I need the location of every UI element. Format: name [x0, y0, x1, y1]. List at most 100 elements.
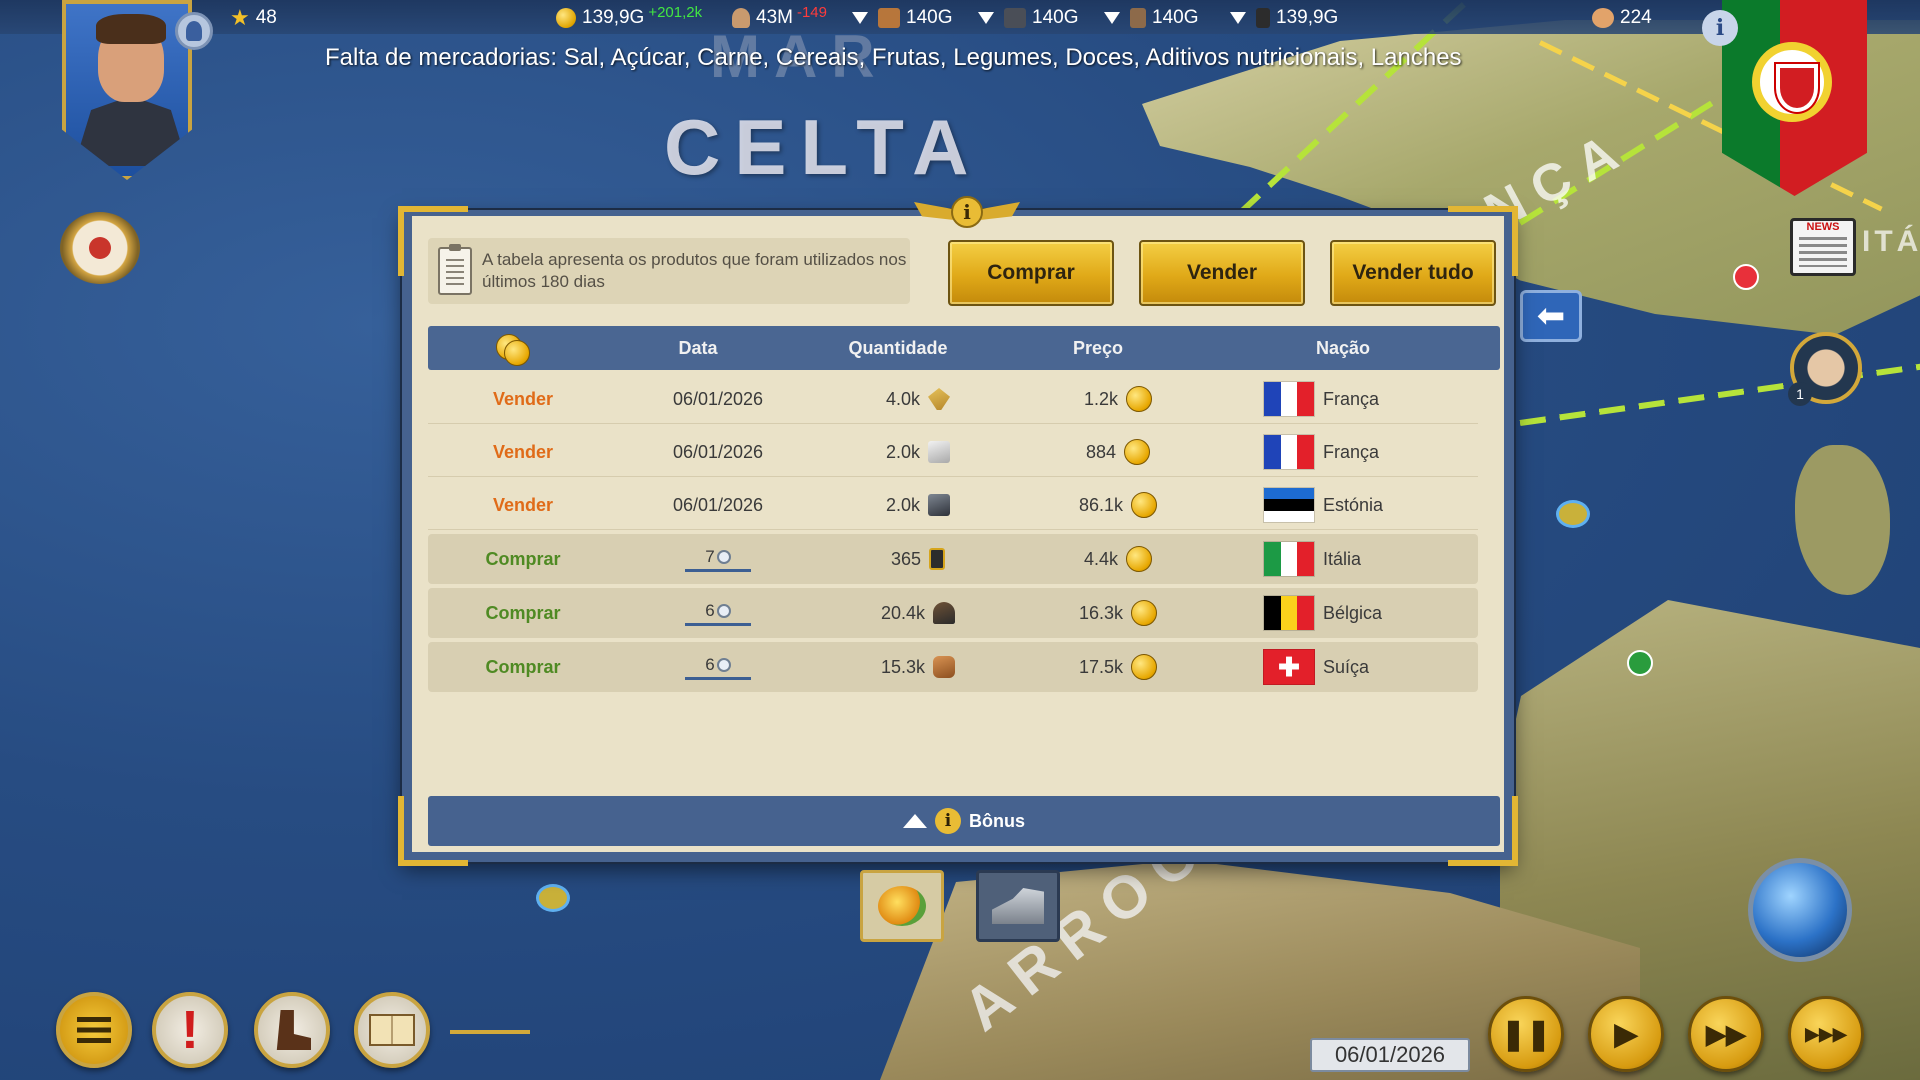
globe-view-button[interactable] [1748, 858, 1852, 962]
chevron-down-icon [1230, 12, 1246, 24]
advisor-badge: 1 [1788, 382, 1812, 406]
row-action[interactable]: Vender [468, 374, 578, 424]
country-label-italy: ITÁ [1862, 225, 1920, 258]
fastest-forward-button[interactable]: ▶▶▶ [1788, 996, 1864, 1072]
coin-icon [1131, 600, 1158, 626]
main-menu-button[interactable] [56, 992, 132, 1068]
belgium-flag-icon [1263, 595, 1315, 631]
timer-value: 6 [705, 654, 715, 674]
header-date[interactable]: Data [618, 338, 778, 359]
table-row[interactable]: Comprar 7 365 4.4k Itália [428, 534, 1478, 584]
top-resource-bar: ★ 48 139,9G +201,2k 43M -149 140G 140G 1… [0, 0, 1920, 34]
row-action[interactable]: Vender [468, 427, 578, 477]
info-button[interactable]: i [1702, 10, 1738, 46]
population-counter[interactable]: 43M -149 [732, 4, 827, 31]
population-value: 43M [756, 7, 793, 28]
encyclopedia-button[interactable] [354, 992, 430, 1068]
back-arrow-button[interactable]: ⬅ [1520, 290, 1582, 342]
fast-forward-button[interactable]: ▶▶ [1688, 996, 1764, 1072]
header-price[interactable]: Preço [1008, 338, 1188, 359]
current-date: 06/01/2026 [1310, 1038, 1470, 1072]
timer-bar [685, 622, 751, 626]
header-quantity[interactable]: Quantidade [808, 338, 988, 359]
resource-oil[interactable]: 139,9G [1230, 5, 1338, 31]
stars-value: 48 [255, 7, 277, 28]
quantity-value: 365 [890, 548, 922, 569]
star-icon: ★ [230, 5, 250, 30]
row-price: 17.5k [1028, 642, 1208, 692]
clock-icon [716, 549, 731, 564]
row-timer: 7 [638, 534, 798, 584]
price-value: 4.4k [1083, 548, 1119, 569]
resource-marker[interactable] [1556, 500, 1590, 528]
sell-all-button[interactable]: Vender tudo [1330, 240, 1496, 306]
price-value: 17.5k [1078, 656, 1124, 677]
arm-strength-icon [1592, 8, 1614, 28]
population-icon [732, 8, 750, 28]
tab-industrial-goods[interactable] [976, 870, 1060, 942]
strength-counter[interactable]: 224 [1592, 5, 1652, 31]
row-nation: França [1263, 374, 1463, 424]
clock-icon [716, 657, 731, 672]
header-nation[interactable]: Nação [1243, 338, 1443, 359]
table-row[interactable]: Vender 06/01/2026 2.0k 86.1k Estónia [428, 480, 1478, 530]
row-timer: 6 [638, 642, 798, 692]
chevron-down-icon [1104, 12, 1120, 24]
row-price: 16.3k [1028, 588, 1208, 638]
money-counter[interactable]: 139,9G +201,2k [556, 3, 703, 31]
pause-button[interactable]: ❚❚ [1488, 996, 1564, 1072]
row-action[interactable]: Vender [468, 480, 578, 530]
resource-marker[interactable] [536, 884, 570, 912]
profile-button[interactable] [175, 12, 213, 50]
nation-name: Estónia [1323, 494, 1384, 515]
dialog-info-button[interactable]: i [914, 194, 1020, 230]
resource-ore[interactable]: 140G [1104, 5, 1198, 31]
divider [450, 1030, 530, 1034]
coin-icon [1126, 386, 1153, 412]
industry-icon [992, 888, 1044, 924]
sell-button[interactable]: Vender [1139, 240, 1305, 306]
book-icon [369, 1014, 415, 1046]
resource-lumber[interactable]: 140G [852, 5, 952, 31]
row-nation: Itália [1263, 534, 1463, 584]
chevron-up-icon [903, 814, 927, 828]
table-row[interactable]: Vender 06/01/2026 4.0k 1.2k França [428, 374, 1478, 424]
row-action[interactable]: Comprar [468, 588, 578, 638]
city-marker-icon[interactable] [1733, 264, 1759, 290]
pause-icon: ❚❚ [1500, 1017, 1552, 1051]
coin-icon [556, 8, 576, 28]
quantity-value: 2.0k [885, 494, 921, 515]
table-row[interactable]: Comprar 6 20.4k 16.3k Bélgica [428, 588, 1478, 638]
row-nation: França [1263, 427, 1463, 477]
clock-icon [716, 603, 731, 618]
bonus-toggle[interactable]: i Bônus [428, 796, 1500, 846]
portrait-hair [96, 14, 166, 44]
news-button[interactable]: NEWS [1790, 218, 1856, 276]
travel-button[interactable] [254, 992, 330, 1068]
countdown-timer: 6 [685, 655, 751, 680]
buy-button[interactable]: Comprar [948, 240, 1114, 306]
money-delta: +201,2k [648, 3, 703, 21]
row-action[interactable]: Comprar [468, 642, 578, 692]
nation-name: França [1323, 441, 1380, 462]
row-action[interactable]: Comprar [468, 534, 578, 584]
arrow-left-icon: ⬅ [1536, 297, 1566, 335]
salt-icon [928, 441, 951, 463]
quantity-value: 15.3k [880, 656, 926, 677]
goods-shortage-ticker: Falta de mercadorias: Sal, Açúcar, Carne… [325, 44, 1462, 71]
nation-name: França [1323, 388, 1380, 409]
alerts-button[interactable]: ! [152, 992, 228, 1068]
newspaper-icon [1799, 237, 1847, 267]
table-row[interactable]: Vender 06/01/2026 2.0k 884 França [428, 427, 1478, 477]
city-marker-icon[interactable] [1627, 650, 1653, 676]
mail-button[interactable] [60, 212, 140, 284]
play-button[interactable]: ▶ [1588, 996, 1664, 1072]
bonus-label: Bônus [969, 810, 1025, 831]
price-value: 884 [1085, 441, 1117, 462]
table-row[interactable]: Comprar 6 15.3k 17.5k ✚ Suíça [428, 642, 1478, 692]
advisor-avatar[interactable]: 1 [1788, 332, 1862, 406]
coin-icon [1131, 492, 1158, 518]
tab-food-goods[interactable] [860, 870, 944, 942]
food-basket-icon [878, 886, 926, 926]
resource-machine[interactable]: 140G [978, 5, 1078, 31]
